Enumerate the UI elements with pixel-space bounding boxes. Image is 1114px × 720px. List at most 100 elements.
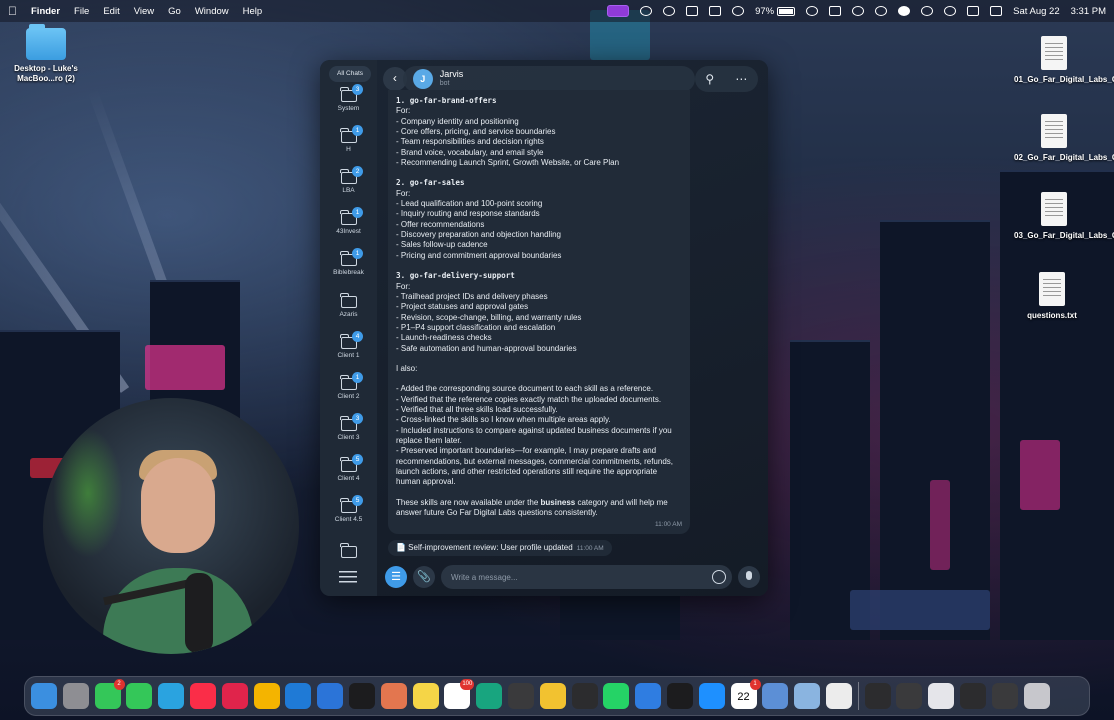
desktop-file-1[interactable]: 01_Go_Far_Digital_Labs_C...uide.pdf: [1014, 36, 1114, 85]
siri-icon[interactable]: [990, 6, 1003, 16]
volume-icon[interactable]: [829, 6, 842, 16]
folder-label: System: [337, 105, 360, 112]
emoji-icon[interactable]: [712, 570, 726, 584]
menu-app-name[interactable]: Finder: [31, 6, 60, 17]
spotlight-search-icon[interactable]: [852, 6, 865, 16]
message-line: - Lead qualification and 100-point scori…: [396, 199, 543, 209]
tall-app-icon[interactable]: [507, 683, 534, 709]
window-thumb-2-icon[interactable]: [896, 683, 923, 709]
disk-utility-icon[interactable]: [794, 683, 821, 709]
lens-icon[interactable]: [875, 6, 888, 16]
window-thumb-3-icon[interactable]: [928, 683, 955, 709]
folder-client-4-5[interactable]: 5 Client 4.5: [320, 495, 377, 523]
tab-all-chats[interactable]: All Chats: [329, 66, 371, 82]
folder-h[interactable]: 1 H: [320, 125, 377, 153]
menu-go[interactable]: Go: [168, 6, 181, 17]
system-settings-icon[interactable]: [62, 683, 89, 709]
desktop-file-3[interactable]: 03_Go_Far_Digital_Labs_C...nual.pdf: [1014, 192, 1114, 241]
message-line: - Revision, scope-change, billing, and w…: [396, 312, 582, 322]
terminal-icon[interactable]: [348, 683, 375, 709]
podcasts-icon[interactable]: [221, 683, 248, 709]
trash-icon[interactable]: [1023, 683, 1050, 709]
folder-client-3[interactable]: 3 Client 3: [320, 413, 377, 441]
unread-badge: 1: [352, 207, 363, 218]
display-icon[interactable]: [709, 6, 722, 16]
finder-icon[interactable]: [31, 683, 57, 709]
folder-unnamed[interactable]: [320, 543, 377, 561]
claude-icon[interactable]: [380, 683, 407, 709]
dock-badge: 2: [113, 679, 125, 690]
preview-icon[interactable]: [762, 683, 789, 709]
folder-azaris[interactable]: Azaris: [320, 293, 377, 318]
status-app-icon[interactable]: [640, 6, 653, 16]
record-icon[interactable]: [898, 6, 911, 16]
telegram-icon[interactable]: [158, 683, 185, 709]
message-input[interactable]: Write a message...: [441, 565, 732, 589]
folder-client-4[interactable]: 5 Client 4: [320, 454, 377, 482]
menu-help[interactable]: Help: [243, 6, 263, 17]
grid-app-icon[interactable]: [825, 683, 852, 709]
quicktime-icon[interactable]: [698, 683, 725, 709]
calendar-icon[interactable]: 22 1: [730, 679, 761, 709]
folder-43invest[interactable]: 1 43Invest: [320, 207, 377, 235]
text-file-icon: [1039, 272, 1065, 306]
folder-label: LBA: [342, 187, 355, 194]
settings-sliders-icon[interactable]: [339, 571, 357, 583]
message-line: - P1–P4 support classification and escal…: [396, 322, 556, 332]
bot-menu-button[interactable]: ☰: [385, 566, 407, 588]
slack-icon[interactable]: 100: [444, 679, 475, 709]
grid-status-icon[interactable]: [686, 6, 699, 16]
folder-lba[interactable]: 2 LBA: [320, 166, 377, 194]
menu-view[interactable]: View: [134, 6, 154, 17]
microphone-icon[interactable]: [738, 566, 760, 588]
window-thumb-5-icon[interactable]: [991, 683, 1018, 709]
wifi-icon[interactable]: [806, 6, 819, 16]
focus-moon-icon[interactable]: [944, 6, 957, 16]
chatgpt-icon[interactable]: [476, 683, 503, 709]
voice-memos-icon[interactable]: [666, 683, 693, 709]
vscode-icon[interactable]: [285, 683, 312, 709]
bee-icon[interactable]: [539, 683, 566, 709]
whatsapp-icon[interactable]: [603, 683, 630, 709]
unread-badge: 1: [352, 372, 363, 383]
menu-time[interactable]: 3:31 PM: [1071, 6, 1106, 17]
folder-label: Biblebreak: [333, 269, 364, 276]
folder-icon: [26, 24, 66, 60]
gear-app-icon[interactable]: [635, 683, 662, 709]
folder-client-2[interactable]: 1 Client 2: [320, 372, 377, 400]
notes-icon[interactable]: [412, 683, 439, 709]
menu-window[interactable]: Window: [195, 6, 229, 17]
window-thumb-4-icon[interactable]: [959, 683, 986, 709]
attach-icon[interactable]: 📎: [413, 566, 435, 588]
messages-icon[interactable]: [126, 683, 153, 709]
chatgpt-status-icon[interactable]: [663, 6, 676, 16]
chrome-icon[interactable]: [253, 683, 280, 709]
folder-icon: [340, 293, 357, 308]
desktop-file-4[interactable]: questions.txt: [1012, 272, 1092, 321]
control-center-icon[interactable]: [967, 6, 980, 16]
folder-biblebreak[interactable]: 1 Biblebreak: [320, 248, 377, 276]
screen-recording-icon[interactable]: [607, 5, 630, 17]
chat-title-bar[interactable]: J Jarvis bot: [402, 66, 695, 92]
menu-date[interactable]: Sat Aug 22: [1013, 6, 1059, 17]
apple-menu-icon[interactable]: : [8, 4, 17, 18]
folder-client-1[interactable]: 4 Client 1: [320, 331, 377, 359]
more-options-icon[interactable]: ⋯: [735, 72, 747, 86]
menu-edit[interactable]: Edit: [103, 6, 119, 17]
circle-app-icon[interactable]: [571, 683, 598, 709]
search-icon[interactable]: ⚲: [705, 72, 714, 86]
desktop-folder[interactable]: Desktop - Luke's MacBoo...ro (2): [6, 24, 86, 84]
bluetooth-icon[interactable]: [732, 6, 745, 16]
menu-file[interactable]: File: [74, 6, 89, 17]
xcode-icon[interactable]: [317, 683, 344, 709]
window-thumb-1-icon[interactable]: [864, 683, 891, 709]
message-line: - Brand voice, vocabulary, and email sty…: [396, 147, 544, 157]
chat-pane: ‹ J Jarvis bot ⚲ ⋯ 1. go-far-brand-offer…: [377, 60, 768, 596]
folder-system[interactable]: 3 System: [320, 84, 377, 112]
music-icon[interactable]: [189, 683, 216, 709]
play-icon[interactable]: [921, 6, 934, 16]
battery-status[interactable]: 97%: [755, 6, 796, 17]
system-message-time: 11:00 AM: [576, 545, 604, 552]
desktop-file-2[interactable]: 02_Go_Far_Digital_Labs_C...ook.pdf: [1014, 114, 1114, 163]
facetime-icon[interactable]: 2: [94, 679, 125, 709]
